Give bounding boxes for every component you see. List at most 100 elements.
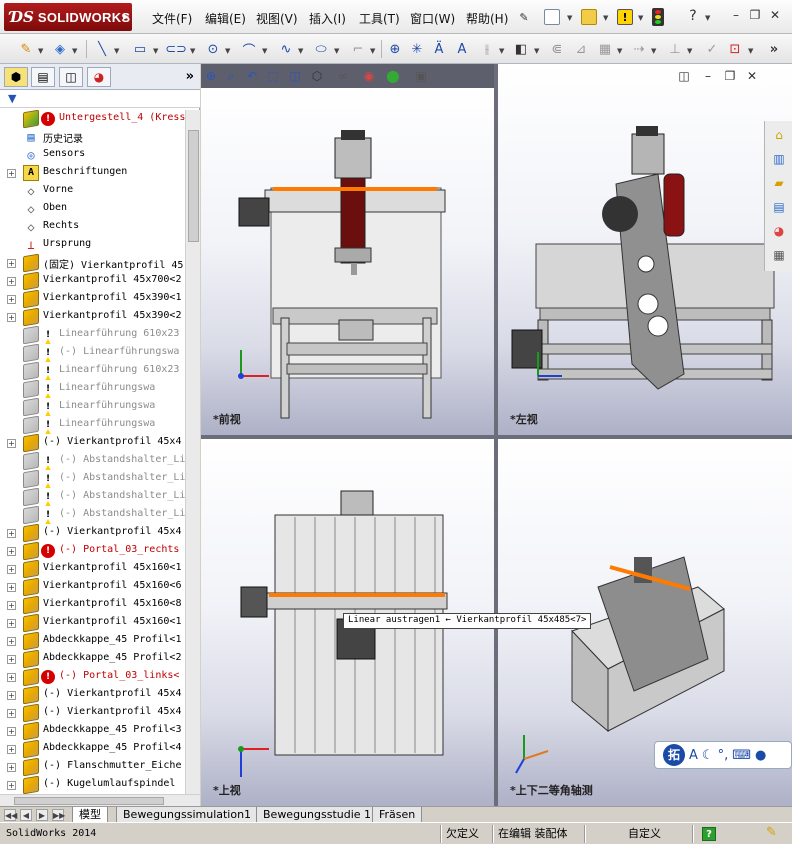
circle-dropdown-icon[interactable]: ▼	[225, 47, 230, 55]
tree-item[interactable]: + Abdeckkappe_45 Profil<2	[0, 650, 185, 668]
rectangle-icon[interactable]: ▭	[132, 41, 148, 57]
hscroll-thumb[interactable]	[14, 797, 164, 805]
expand-toggle-icon[interactable]: +	[7, 277, 16, 286]
first-tab-icon[interactable]: ◀◀	[4, 809, 17, 821]
tree-item[interactable]: + A Beschriftungen	[0, 164, 185, 182]
ime-keyboard-icon[interactable]: ⌨	[732, 748, 751, 763]
expand-toggle-icon[interactable]: +	[7, 583, 16, 592]
spline-icon[interactable]: ∿	[278, 41, 294, 57]
viewport-splitter-vertical[interactable]	[494, 64, 498, 806]
expand-toggle-icon[interactable]: +	[7, 529, 16, 538]
rebuild-dropdown-icon[interactable]: ▼	[638, 14, 643, 22]
expand-toggle-icon[interactable]: +	[7, 313, 16, 322]
tree-item[interactable]: + Abdeckkappe_45 Profil<3	[0, 722, 185, 740]
open-folder-icon[interactable]	[581, 9, 597, 25]
display-delete-icon[interactable]: ⊡	[727, 41, 743, 57]
fillet-icon[interactable]: ⌐	[350, 41, 366, 57]
restore-viewport-icon[interactable]: ❐	[722, 68, 738, 84]
menu-window[interactable]: 窗口(W)	[410, 10, 455, 27]
tree-item[interactable]: + (-) Vierkantprofil 45x4	[0, 704, 185, 722]
tree-item[interactable]: (-) Abstandshalter_Li	[0, 452, 185, 470]
zoom-to-fit-icon[interactable]: ⊕	[203, 68, 219, 84]
offset-icon[interactable]: ⋐	[549, 41, 565, 57]
expand-toggle-icon[interactable]: +	[7, 601, 16, 610]
move-entities-icon[interactable]: ⇢	[631, 41, 647, 57]
tree-item[interactable]: +! (-) Portal_03_links<	[0, 668, 185, 686]
trim-icon[interactable]: ⫲	[479, 41, 495, 57]
expand-toggle-icon[interactable]: +	[7, 547, 16, 556]
tree-item[interactable]: ◇ Rechts	[0, 218, 185, 236]
circle-icon[interactable]: ⊙	[205, 41, 221, 57]
slot-icon[interactable]: ⊂⊃	[165, 41, 187, 57]
help-question-icon[interactable]: ?	[685, 8, 701, 24]
ime-moon-icon[interactable]: ☾	[702, 748, 714, 763]
tree-item[interactable]: + (-) Vierkantprofil 45x4	[0, 524, 185, 542]
expand-toggle-icon[interactable]: +	[7, 169, 16, 178]
tree-item[interactable]: + Vierkantprofil 45x160<1	[0, 614, 185, 632]
expand-toggle-icon[interactable]: +	[7, 295, 16, 304]
filter-bar[interactable]: ▼	[0, 90, 200, 108]
scene-icon[interactable]: ⬤	[385, 68, 401, 84]
line-icon[interactable]: ╲	[94, 41, 110, 57]
tree-item[interactable]: (-) Abstandshalter_Li	[0, 488, 185, 506]
smart-dimension-icon[interactable]: ◈	[52, 41, 68, 57]
prev-tab-icon[interactable]: ◀	[20, 809, 32, 821]
viewport-front[interactable]: *前视	[201, 88, 494, 435]
tree-item[interactable]: (-) Abstandshalter_Li	[0, 470, 185, 488]
arc-dropdown-icon[interactable]: ▼	[262, 47, 267, 55]
display-manager-tab[interactable]: ◕	[87, 67, 111, 87]
text-style-icon[interactable]: A	[454, 41, 470, 57]
section-view-icon[interactable]: ⬚	[265, 68, 281, 84]
relations-dropdown-icon[interactable]: ▼	[687, 47, 692, 55]
view-palette-icon[interactable]: ▤	[769, 197, 789, 217]
plane-point-icon[interactable]: ⊕	[387, 41, 403, 57]
previous-view-icon[interactable]: ↶	[244, 68, 260, 84]
repair-icon[interactable]: ✓	[704, 41, 720, 57]
rebuild-warning-icon[interactable]: !	[617, 9, 633, 25]
tab-model[interactable]: 模型	[72, 807, 108, 823]
mirror-icon[interactable]: ⊿	[573, 41, 589, 57]
ellipse-dropdown-icon[interactable]: ▼	[334, 47, 339, 55]
point-icon[interactable]: ✳	[409, 41, 425, 57]
more-icon[interactable]: »	[766, 41, 782, 57]
tree-item[interactable]: Linearführungswa	[0, 380, 185, 398]
appearances-icon[interactable]: ◕	[769, 221, 789, 241]
graphics-area[interactable]: ⊕ ⌕ ↶ ⬚ ◫ ⬡ ∞ ◉ ⬤ ▣ *前视 ◫ – ❐ ✕ *左视 *上视 …	[201, 64, 792, 806]
ime-mode-icon[interactable]: A	[689, 748, 698, 763]
sketch-dropdown-icon[interactable]: ▼	[38, 47, 43, 55]
tree-item[interactable]: + Vierkantprofil 45x390<2	[0, 308, 185, 326]
expand-toggle-icon[interactable]: +	[7, 727, 16, 736]
tree-item[interactable]: Linearführungswa	[0, 416, 185, 434]
expand-toggle-icon[interactable]: +	[7, 781, 16, 790]
ime-toolbar[interactable]: 拓 A ☾ °, ⌨ ●	[654, 741, 792, 769]
ime-mic-icon[interactable]: ●	[755, 748, 766, 763]
property-manager-tab[interactable]: ▤	[31, 67, 55, 87]
tree-item[interactable]: +! (-) Portal_03_rechts	[0, 542, 185, 560]
scroll-thumb[interactable]	[188, 130, 199, 242]
rectangle-dropdown-icon[interactable]: ▼	[153, 47, 158, 55]
view-settings-icon[interactable]: ▣	[413, 68, 429, 84]
tree-item[interactable]: Linearführung 610x23	[0, 362, 185, 380]
rebuild-status-icon[interactable]: ✎	[766, 825, 777, 841]
solidworks-logo[interactable]: ƊS SOLIDWORKS ▶	[4, 3, 132, 31]
tree-item[interactable]: ▤ 历史记录	[0, 128, 185, 146]
configuration-manager-tab[interactable]: ◫	[59, 67, 83, 87]
slot-dropdown-icon[interactable]: ▼	[190, 47, 195, 55]
dimension-dropdown-icon[interactable]: ▼	[72, 47, 77, 55]
expand-toggle-icon[interactable]: +	[7, 439, 16, 448]
menu-edit[interactable]: 编辑(E)	[205, 10, 246, 27]
design-library-icon[interactable]: ▥	[769, 149, 789, 169]
tab-motion-study[interactable]: Bewegungsstudie 1	[256, 807, 379, 823]
line-dropdown-icon[interactable]: ▼	[114, 47, 119, 55]
menu-view[interactable]: 视图(V)	[256, 10, 298, 27]
fillet-dropdown-icon[interactable]: ▼	[370, 47, 375, 55]
sketch-icon[interactable]: ✎	[18, 41, 34, 57]
menu-tools[interactable]: 工具(T)	[359, 10, 400, 27]
expand-toggle-icon[interactable]: +	[7, 655, 16, 664]
restore-button[interactable]: ❐	[747, 8, 763, 22]
tree-item[interactable]: + Vierkantprofil 45x160<1	[0, 560, 185, 578]
minimize-button[interactable]: –	[728, 8, 744, 22]
pushpin-icon[interactable]: ✎	[516, 9, 532, 25]
tree-item[interactable]: + Vierkantprofil 45x390<1	[0, 290, 185, 308]
minimize-viewport-icon[interactable]: –	[700, 68, 716, 84]
